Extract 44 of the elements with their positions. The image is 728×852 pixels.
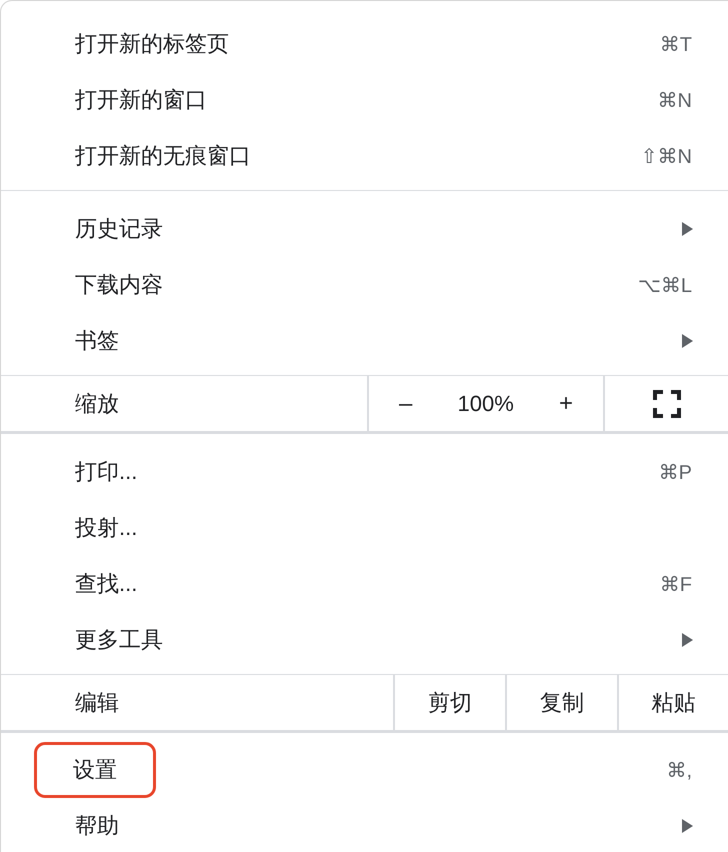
menu-item-label: 打开新的窗口 (75, 86, 207, 114)
menu-item-label: 打开新的标签页 (75, 30, 229, 58)
menu-item[interactable]: 查找... ⌘F (1, 556, 728, 612)
shortcut-text: ⌘, (666, 758, 692, 782)
menu-item-label: 更多工具 (75, 626, 163, 654)
edit-action-button[interactable]: 粘贴 (619, 675, 728, 730)
edit-action-button[interactable]: 剪切 (395, 675, 507, 730)
menu-item[interactable]: 打印... ⌘P (1, 444, 728, 500)
menu-item-label: 投射... (75, 514, 138, 542)
edit-action-button[interactable]: 复制 (507, 675, 619, 730)
menu-item[interactable]: 历史记录 (1, 201, 728, 257)
submenu-arrow-icon (682, 334, 693, 348)
menu-item-label: 打印... (75, 458, 138, 486)
menu-item-label: 帮助 (75, 812, 119, 840)
shortcut-text: ⌘N (658, 88, 692, 112)
menu-item[interactable]: 打开新的无痕窗口 ⇧⌘N (1, 128, 728, 184)
zoom-level: 100% (458, 390, 514, 416)
zoom-in-button[interactable]: + (554, 390, 577, 418)
menu-item-label: 打开新的无痕窗口 (75, 142, 251, 170)
submenu-arrow-icon (682, 819, 693, 833)
menu-item[interactable]: 打开新的标签页 ⌘T (1, 16, 728, 72)
shortcut-text: ⌥⌘L (638, 274, 692, 298)
menu-item-label: 下载内容 (75, 271, 163, 299)
menu-item-label: 编辑 (1, 675, 395, 730)
menu-item-label: 设置 (37, 745, 153, 795)
submenu-arrow-icon (682, 222, 693, 236)
menu-item[interactable]: 下载内容 ⌥⌘L (1, 257, 728, 313)
menu-item-label: 书签 (75, 327, 119, 355)
menu-item[interactable]: 设置 ⌘, (1, 742, 728, 798)
fullscreen-icon (652, 390, 680, 418)
menu-item[interactable]: 更多工具 (1, 612, 728, 668)
shortcut-text: ⇧⌘N (640, 144, 692, 168)
menu-item-label: 缩放 (1, 376, 369, 431)
submenu-arrow-icon (682, 633, 693, 647)
shortcut-text: ⌘P (658, 460, 692, 484)
menu-item-label: 查找... (75, 570, 138, 598)
shortcut-text: ⌘T (660, 32, 692, 56)
menu-item[interactable]: 投射... (1, 500, 728, 556)
menu-item-label: 历史记录 (75, 215, 163, 243)
zoom-out-button[interactable]: – (395, 390, 416, 418)
menu-item[interactable]: 帮助 (1, 798, 728, 852)
menu-item[interactable]: 书签 (1, 313, 728, 369)
shortcut-text: ⌘F (660, 572, 692, 596)
menu-item[interactable]: 打开新的窗口 ⌘N (1, 72, 728, 128)
